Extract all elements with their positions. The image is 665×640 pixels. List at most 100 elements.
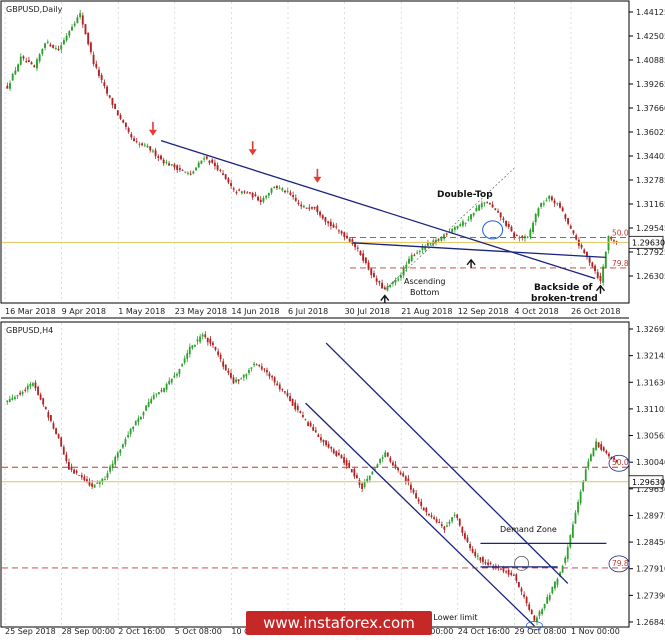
candle-body — [540, 203, 543, 207]
candle-body — [292, 195, 295, 197]
candle-body — [420, 501, 423, 507]
candle-body — [346, 235, 348, 239]
candle-body — [456, 226, 459, 229]
candle-body — [186, 353, 189, 359]
candle-body — [230, 372, 232, 378]
candle-body — [399, 472, 402, 475]
candle-body — [475, 208, 478, 212]
candle-body — [122, 444, 124, 448]
candle-body — [286, 392, 289, 396]
candle-body — [135, 141, 138, 143]
candle-body — [127, 434, 129, 438]
candle-body — [302, 415, 304, 417]
candle-body — [381, 282, 383, 289]
candle-body — [11, 397, 14, 400]
candle-body — [253, 363, 255, 366]
y-tick-label: 1.31165 — [636, 200, 665, 209]
candle-body — [456, 514, 459, 518]
current-price-label: 1.29630 — [632, 478, 665, 487]
candle-body — [160, 390, 163, 392]
y-tick-label: 1.28450 — [636, 538, 665, 547]
candle-body — [52, 45, 55, 48]
candle-body — [57, 434, 60, 439]
candle-body — [321, 215, 324, 219]
candle-body — [278, 187, 281, 189]
candle-body — [472, 213, 475, 216]
candle-body — [300, 204, 303, 207]
candle-body — [429, 243, 432, 245]
candle-body — [345, 460, 348, 466]
candle-body — [178, 369, 181, 375]
x-tick-label: 9 Apr 2018 — [62, 307, 106, 316]
candle-body — [471, 548, 474, 553]
candle-body — [476, 555, 479, 557]
candle-body — [217, 351, 219, 355]
candle-body — [242, 374, 245, 378]
candle-body — [317, 434, 320, 438]
candle-body — [34, 382, 37, 389]
candle-body — [338, 452, 340, 456]
x-tick-label: 1 Nov 00:00 — [571, 627, 620, 636]
candle-body — [91, 483, 93, 487]
candle-body — [284, 190, 286, 193]
candle-body — [600, 444, 603, 450]
candle-body — [350, 469, 353, 473]
candle-body — [52, 423, 55, 429]
y-tick-label: 1.39265 — [636, 80, 665, 89]
candle-body — [510, 226, 513, 232]
y-tick-label: 1.29545 — [636, 224, 665, 233]
candle-body — [103, 82, 106, 87]
candle-body — [513, 232, 516, 238]
candle-body — [566, 547, 569, 560]
candle-body — [19, 392, 21, 395]
candle-body — [561, 207, 564, 212]
candle-body — [111, 97, 114, 105]
candle-body — [157, 156, 160, 158]
candle-body — [119, 115, 122, 119]
candle-body — [469, 544, 471, 549]
fib-level-label: 50.0 — [612, 458, 629, 467]
candle-body — [17, 64, 20, 72]
candle-body — [302, 205, 305, 208]
candle-body — [371, 471, 374, 475]
candle-body — [294, 402, 297, 410]
candle-body — [137, 418, 140, 423]
y-tick-label: 1.42505 — [636, 32, 665, 41]
candle-body — [370, 268, 373, 276]
candle-body — [104, 479, 106, 481]
candle-body — [596, 272, 599, 278]
y-tick-label: 1.31630 — [636, 378, 665, 387]
candle-body — [319, 211, 321, 216]
candle-body — [488, 202, 491, 205]
candle-body — [257, 196, 259, 201]
candle-body — [147, 401, 150, 408]
y-tick-label: 1.28975 — [636, 511, 665, 520]
candle-body — [515, 235, 518, 237]
candle-body — [534, 214, 537, 223]
candle-body — [592, 447, 595, 457]
candle-body — [75, 470, 78, 473]
candle-body — [27, 60, 30, 63]
candle-body — [8, 398, 11, 402]
candle-body — [309, 422, 312, 427]
candle-body — [569, 534, 572, 548]
candle-body — [443, 526, 446, 530]
candle-body — [176, 373, 178, 376]
candle-body — [340, 455, 343, 459]
candle-body — [165, 383, 168, 390]
candle-body — [141, 143, 144, 146]
candle-body — [260, 366, 263, 370]
y-tick-label: 1.32145 — [636, 352, 665, 361]
candle-body — [281, 188, 284, 191]
daily-chart-title: GBPUSD,Daily — [6, 5, 63, 14]
candle-body — [189, 173, 192, 175]
candle-body — [579, 491, 582, 504]
candle-body — [248, 192, 251, 194]
candle-body — [79, 13, 82, 18]
candle-body — [518, 582, 520, 588]
x-tick-label: 21 Aug 2018 — [401, 307, 452, 316]
candle-body — [106, 86, 108, 94]
candle-body — [461, 527, 464, 533]
candle-body — [375, 278, 378, 282]
candle-body — [259, 199, 262, 203]
